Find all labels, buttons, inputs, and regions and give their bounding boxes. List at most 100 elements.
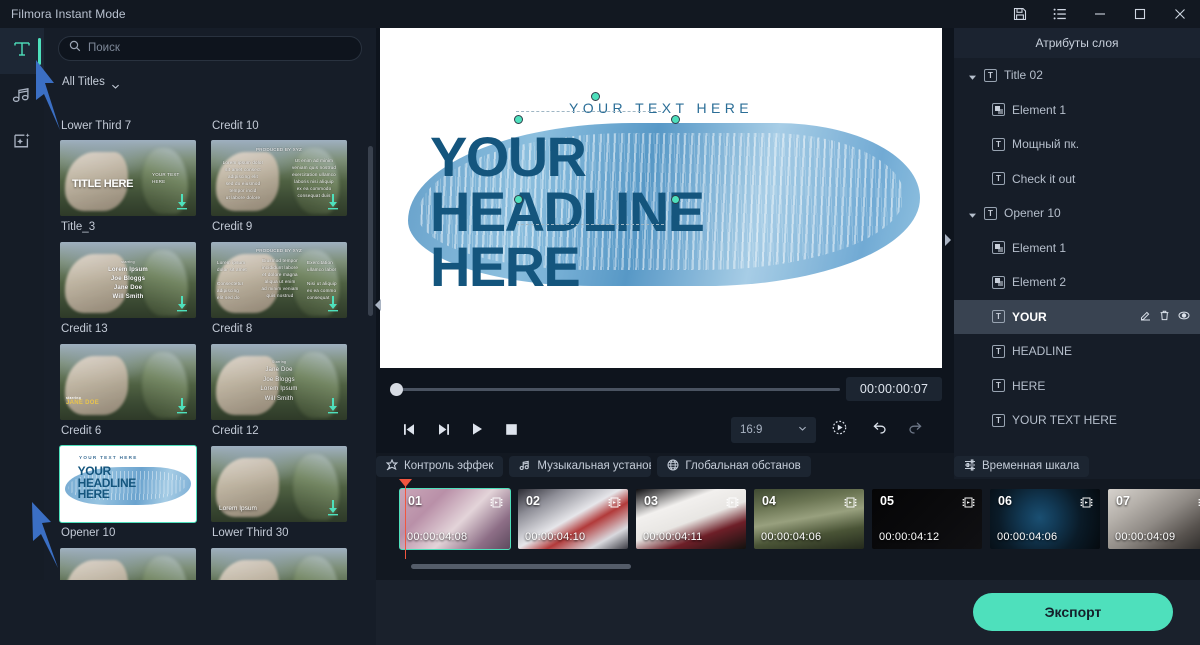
undo-button[interactable] [864,417,894,443]
timeline-scrollbar[interactable] [411,564,631,569]
timeline-clip[interactable]: 01 00:00:04:08 [399,488,511,550]
resize-handle-left[interactable] [514,115,523,124]
download-icon[interactable] [175,194,189,210]
sidebar-item-effects[interactable] [0,120,44,166]
resize-handle-right[interactable] [671,115,680,124]
timeline-clip[interactable]: 04 00:00:04:06 [754,489,864,549]
title-item-opener-10[interactable]: YOUR TEXT HERE YOUR HEADLINE HERE Opener 1… [59,445,197,548]
layer-row-element-1[interactable]: Element 1 [954,231,1200,266]
clip-duration: 00:00:04:09 [1115,531,1176,543]
title-item-credit-8[interactable]: PRODUCED BY XYZ Lorem ipsum dolor sit ame… [211,242,347,344]
download-icon[interactable] [326,398,340,414]
resize-handle-top[interactable] [591,92,600,101]
thumb-title-text: TITLE HERE [72,178,134,190]
title-item-credit-13[interactable]: Lorem Ipsum Joe Bloggs Jane Doe Will Smith … [60,242,196,344]
maximize-icon[interactable] [1120,0,1160,28]
sidebar-item-titles[interactable] [0,28,44,74]
tab-music-settings[interactable]: Музыкальная установк [509,455,652,477]
preview-headline-text[interactable]: YOUR HEADLINE HERE [430,129,705,295]
search-icon [69,39,81,57]
step-forward-icon [436,423,451,441]
title-thumbnail[interactable]: Starring Jane Doe Joe Bloggs Lorem Ipsum Wi… [211,344,347,420]
title-caption: Credit 8 [212,323,253,335]
aspect-ratio-dropdown[interactable]: 16:9 [731,417,816,443]
layer-row-title-02[interactable]: T Title 02 [954,58,1200,93]
visibility-layer-icon[interactable] [1178,310,1190,324]
next-frame-button[interactable] [426,417,460,447]
timeline-clip[interactable]: 07 00:00:04:09 [1108,489,1200,549]
download-icon[interactable] [326,296,340,312]
edit-layer-icon[interactable] [1140,310,1151,324]
tab-timeline[interactable]: Временная шкала [954,455,1090,477]
playback-scrubber[interactable] [394,388,840,391]
scrubber-knob[interactable] [390,383,403,396]
filmstrip-icon [608,495,621,508]
layer-row-element-1[interactable]: Element 1 [954,93,1200,128]
redo-button[interactable] [900,417,930,443]
title-item-title_3[interactable]: TITLE HERE YOUR TEXT HERE Title_3 [60,140,196,242]
title-item-lower-third-30[interactable]: Lorem Ipsum Lower Third 30 [211,446,347,548]
app-title: Filmora Instant Mode [11,7,126,21]
stop-button[interactable] [494,417,528,447]
layer-row-your-text-here[interactable]: T YOUR TEXT HERE [954,403,1200,438]
layer-row-headline[interactable]: T HEADLINE [954,334,1200,369]
title-item-credit-9[interactable]: PRODUCED BY XYZ Lorem ipsum dolor sit ame… [211,140,347,242]
delete-layer-icon[interactable] [1159,310,1170,324]
thumb-credits-header: PRODUCED BY XYZ [256,147,302,152]
preview-subtitle-text[interactable]: YOUR TEXT HERE [569,100,753,116]
tab-global-settings[interactable]: Глобальная обстанов [657,455,811,477]
search-row: Поиск [44,28,376,68]
layer-row-here[interactable]: T HERE [954,369,1200,404]
preview-stage[interactable]: YOUR TEXT HERE YOUR HEADLINE HERE [380,28,942,368]
title-thumbnail[interactable]: starring JANE DOE [60,344,196,420]
minimize-icon[interactable] [1080,0,1120,28]
chevron-down-icon[interactable] [968,71,977,80]
title-thumbnail[interactable]: TITLE HERE YOUR TEXT HERE [60,140,196,216]
timeline-clip[interactable]: 03 00:00:04:11 [636,489,746,549]
timeline-clip[interactable]: 06 00:00:04:06 [990,489,1100,549]
title-item-credit-12[interactable]: Starring Jane Doe Joe Bloggs Lorem Ipsum Wi… [211,344,347,446]
title-thumbnail-selected[interactable]: YOUR TEXT HERE YOUR HEADLINE HERE [59,445,197,523]
layer-row-element-2[interactable]: Element 2 [954,265,1200,300]
playhead[interactable] [405,479,406,559]
play-button[interactable] [460,417,494,447]
prev-frame-button[interactable] [392,417,426,447]
list-icon[interactable] [1040,0,1080,28]
text-badge-icon: T [992,137,1005,151]
search-input[interactable]: Поиск [58,35,362,61]
layer-row-opener-10[interactable]: T Opener 10 [954,196,1200,231]
layer-rows-list: T Title 02 Element 1 T Мощный пк. T Chec… [954,58,1200,438]
preview-panel: YOUR TEXT HERE YOUR HEADLINE HERE 00:00:00… [376,28,954,453]
text-selection-box-headline [516,224,664,225]
titles-filter-dropdown[interactable]: All Titles [44,68,376,96]
title-thumbnail[interactable]: PRODUCED BY XYZ Lorem ipsum dolor sit ame… [211,242,347,318]
title-thumbnail[interactable]: PRODUCED BY XYZ Lorem ipsum dolor sit ame… [211,140,347,216]
timeline-clip[interactable]: 05 00:00:04:12 [872,489,982,549]
title-thumbnail[interactable]: Lorem Ipsum [211,446,347,522]
clip-duration: 00:00:04:10 [525,531,586,543]
collapse-left-panel-icon[interactable] [374,297,382,313]
layer-row-check-it-out[interactable]: T Check it out [954,162,1200,197]
snapshot-button[interactable] [824,417,854,443]
export-button[interactable]: Экспорт [973,593,1173,631]
collapse-right-panel-icon[interactable] [944,232,952,248]
resize-handle-bottom-right[interactable] [671,195,680,204]
preview-timecode: 00:00:00:07 [846,377,942,401]
resize-handle-bottom-left[interactable] [514,195,523,204]
layer-row-actions [1140,310,1190,324]
download-icon[interactable] [175,398,189,414]
sidebar-item-audio[interactable] [0,74,44,120]
tab-effect-control[interactable]: Контроль эффек [376,455,504,477]
download-icon[interactable] [326,194,340,210]
timeline-clip[interactable]: 02 00:00:04:10 [518,489,628,549]
layer-row-your[interactable]: T YOUR [954,299,1200,334]
title-thumbnail[interactable]: Lorem Ipsum Joe Bloggs Jane Doe Will Smith … [60,242,196,318]
save-icon[interactable] [1000,0,1040,28]
library-scrollbar[interactable] [368,146,373,316]
layer-row-item[interactable]: T Мощный пк. [954,127,1200,162]
chevron-down-icon[interactable] [968,209,977,218]
download-icon[interactable] [175,296,189,312]
close-icon[interactable] [1160,0,1200,28]
title-item-credit-6[interactable]: starring JANE DOE Credit 6 [60,344,196,446]
download-icon[interactable] [326,500,340,516]
